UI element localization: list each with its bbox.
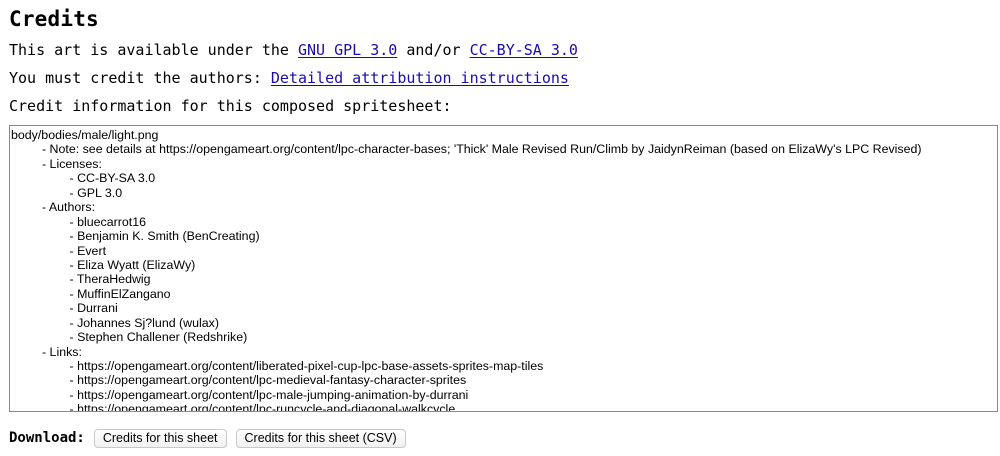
credits-text-line: - Stephen Challener (Redshrike) — [11, 330, 248, 345]
credit-line: You must credit the authors: Detailed at… — [9, 69, 569, 87]
credits-text-line: - Authors: — [11, 200, 96, 215]
credits-text-line: - bluecarrot16 — [11, 214, 146, 229]
license-middle: and/or — [397, 41, 470, 59]
credits-text-line: - Eliza Wyatt (ElizaWy) — [11, 257, 196, 272]
credits-text-line: - Johannes Sj?lund (wulax) — [11, 315, 219, 330]
credits-text-line: - https://opengameart.org/content/lpc-ma… — [11, 387, 469, 402]
credits-text-line: - TheraHedwig — [11, 272, 151, 287]
attribution-link[interactable]: Detailed attribution instructions — [271, 69, 569, 87]
page-title: Credits — [9, 7, 99, 31]
license-line: This art is available under the GNU GPL … — [9, 41, 578, 59]
gpl-link[interactable]: GNU GPL 3.0 — [298, 41, 397, 59]
credits-page: Credits This art is available under the … — [9, 0, 1000, 456]
cc-by-sa-link[interactable]: CC-BY-SA 3.0 — [470, 41, 578, 59]
license-prefix: This art is available under the — [9, 41, 298, 59]
credits-textarea[interactable]: body/bodies/male/light.png - Note: see d… — [9, 125, 998, 412]
credits-text-line: - CC-BY-SA 3.0 — [11, 171, 156, 186]
credits-text-line: - Links: — [11, 344, 82, 359]
download-label: Download: — [9, 430, 85, 446]
credit-info-label: Credit information for this composed spr… — [9, 97, 452, 115]
credits-text-line: - https://opengameart.org/content/lpc-me… — [11, 373, 467, 388]
credits-download-button[interactable]: Credits for this sheet — [93, 428, 227, 448]
credits-text-line: - MuffinElZangano — [11, 286, 171, 301]
credits-text-line: body/bodies/male/light.png — [11, 128, 159, 142]
credits-text-line: - Evert — [11, 243, 107, 258]
download-row: Download: Credits for this sheet Credits… — [9, 428, 415, 448]
credits-text-line: - GPL 3.0 — [11, 185, 123, 200]
credits-text-line: - Licenses: — [11, 156, 102, 171]
credits-text-line: - Durrani — [11, 301, 118, 316]
credits-text-line: - https://opengameart.org/content/lpc-ru… — [11, 402, 456, 412]
credits-text-line: - https://opengameart.org/content/libera… — [11, 359, 544, 373]
credits-csv-download-button[interactable]: Credits for this sheet (CSV) — [235, 428, 406, 448]
credits-text-line: - Benjamin K. Smith (BenCreating) — [11, 229, 260, 244]
credits-text-line: - Note: see details at https://opengamea… — [11, 142, 922, 157]
credit-prefix: You must credit the authors: — [9, 69, 271, 87]
